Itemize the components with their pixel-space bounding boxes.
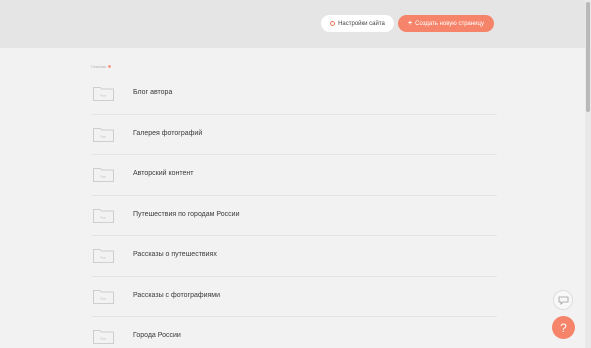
create-page-button[interactable]: + Создать новую страницу — [398, 15, 494, 32]
folder-icon-text: Page — [100, 256, 107, 260]
chat-bubble-icon — [558, 296, 568, 305]
page-title[interactable]: Города России — [133, 332, 181, 339]
breadcrumb-dot-icon — [108, 65, 112, 68]
folder-icon-text: Page — [100, 175, 107, 179]
breadcrumb-home[interactable]: Главная — [91, 64, 106, 69]
breadcrumb[interactable]: Главная — [91, 64, 112, 69]
page-row[interactable]: Page Галерея фотографий — [92, 115, 497, 155]
page-row[interactable]: Page Блог автора — [92, 74, 497, 115]
create-page-label: Создать новую страницу — [415, 20, 484, 27]
folder-icon-text: Page — [100, 215, 107, 219]
page-title[interactable]: Авторский контент — [133, 170, 193, 177]
folder-icon: Page — [93, 329, 114, 344]
folder-icon-text: Page — [100, 337, 107, 341]
page-row[interactable]: Page Рассказы о путешествиях — [92, 236, 497, 277]
folder-icon: Page — [93, 86, 114, 101]
page-row[interactable]: Page Города России — [92, 317, 497, 348]
top-toolbar: Настройки сайта + Создать новую страницу — [0, 0, 585, 48]
page-title[interactable]: Рассказы с фотографиями — [133, 292, 220, 299]
settings-gear-icon — [330, 21, 336, 26]
page-title[interactable]: Галерея фотографий — [133, 130, 202, 137]
folder-icon-text: Page — [100, 296, 107, 300]
site-settings-label: Настройки сайта — [338, 20, 385, 27]
chat-button[interactable] — [553, 290, 573, 310]
folder-icon: Page — [93, 127, 114, 142]
folder-icon: Page — [93, 248, 114, 263]
page-list: Page Блог автора Page Галерея фотографий… — [92, 74, 497, 348]
page-title[interactable]: Рассказы о путешествиях — [133, 251, 217, 258]
folder-icon-text: Page — [100, 134, 107, 138]
help-button[interactable]: ? — [552, 316, 575, 339]
page-row[interactable]: Page Путешествия по городам России — [92, 196, 497, 236]
scrollbar-thumb[interactable] — [586, 2, 590, 112]
folder-icon: Page — [93, 208, 114, 223]
folder-icon: Page — [93, 289, 114, 304]
plus-icon: + — [408, 20, 413, 27]
folder-icon: Page — [93, 167, 114, 182]
site-settings-button[interactable]: Настройки сайта — [321, 15, 394, 32]
folder-icon-text: Page — [100, 94, 107, 98]
page-row[interactable]: Page Рассказы с фотографиями — [92, 277, 497, 317]
page-title[interactable]: Путешествия по городам России — [133, 211, 240, 218]
question-icon: ? — [560, 320, 567, 335]
page-row[interactable]: Page Авторский контент — [92, 155, 497, 196]
page-title[interactable]: Блог автора — [133, 89, 172, 96]
scrollbar[interactable] — [585, 0, 591, 348]
